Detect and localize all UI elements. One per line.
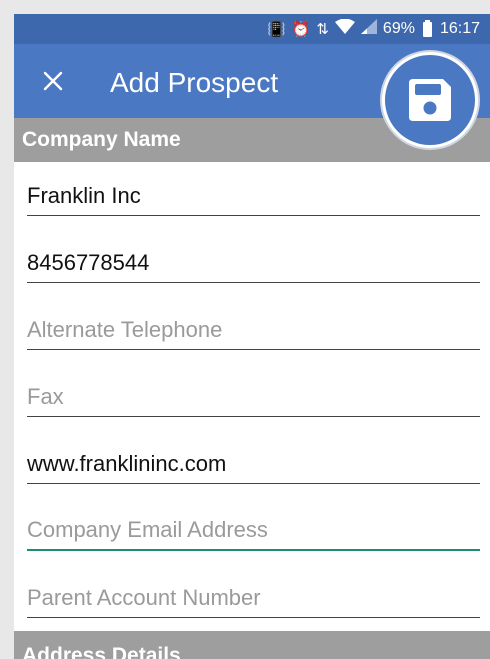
- save-button[interactable]: [382, 52, 478, 148]
- telephone-field[interactable]: 8456778544: [27, 243, 480, 283]
- website-field[interactable]: www.franklininc.com: [27, 444, 480, 484]
- fax-field[interactable]: Fax: [27, 377, 480, 417]
- data-arrows-icon: ⇅: [316, 20, 329, 38]
- vibrate-icon: 📳: [266, 20, 286, 38]
- close-icon: [43, 71, 63, 91]
- parent-account-number-field[interactable]: Parent Account Number: [27, 578, 480, 618]
- clock-time: 16:17: [439, 20, 480, 37]
- alarm-icon: ⏰: [291, 20, 311, 38]
- status-bar: 📳 ⏰ ⇅ 69% 16:17: [14, 14, 490, 44]
- close-button[interactable]: [38, 66, 68, 96]
- signal-icon: [360, 19, 377, 39]
- floppy-disk-icon: [409, 79, 451, 121]
- company-email-field[interactable]: Company Email Address: [27, 511, 480, 551]
- battery-icon: [422, 19, 432, 37]
- battery-percent: 69%: [382, 20, 415, 37]
- wifi-icon: [334, 18, 355, 39]
- company-name-field[interactable]: Franklin Inc: [27, 176, 480, 216]
- section-header-address-details: Address Details: [14, 631, 490, 659]
- app-bar: Add Prospect: [14, 44, 490, 148]
- alternate-telephone-field[interactable]: Alternate Telephone: [27, 310, 480, 350]
- page-title: Add Prospect: [110, 67, 279, 98]
- screen: 📳 ⏰ ⇅ 69% 16:17 Add Prospect Company Nam…: [14, 14, 490, 659]
